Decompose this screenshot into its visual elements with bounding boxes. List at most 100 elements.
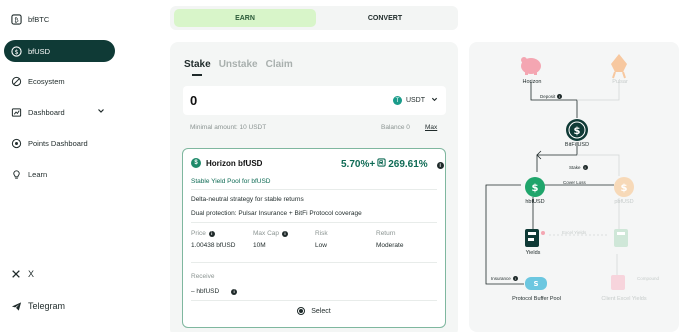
info-icon[interactable]: i	[582, 165, 588, 170]
sidebar-item-label: Dashboard	[28, 107, 65, 117]
risk-value: Low	[315, 242, 327, 249]
balance-text: Balance 0	[381, 124, 410, 131]
sidebar-item-label: Learn	[28, 169, 48, 179]
cover-loss-edge-label: Cover Loss	[563, 180, 586, 185]
bfusd-logo-icon: $	[191, 158, 201, 168]
price-label: Price i	[191, 230, 215, 237]
sidebar-item-points-dashboard[interactable]: Points Dashboard	[4, 132, 115, 154]
sidebar-item-label: bfUSD	[28, 46, 51, 56]
horizon-label: Horizon	[522, 79, 542, 85]
excel-yields-edge-label: Excel Yields	[562, 230, 587, 235]
bonus-icon	[377, 158, 386, 170]
hbfusd-node-icon: $	[525, 177, 545, 197]
learn-icon	[10, 168, 22, 180]
tab-stake[interactable]: Stake	[184, 59, 211, 70]
apy-base: 5.70%+	[341, 158, 376, 170]
select-button[interactable]: Select	[183, 307, 445, 315]
globe-icon	[10, 75, 22, 87]
info-icon[interactable]: i	[434, 159, 444, 170]
sidebar: ₿ bfBTC $ bfUSD Ecosystem Dashboard Poin…	[0, 0, 122, 332]
sidebar-item-telegram[interactable]: Telegram	[4, 295, 115, 317]
divider	[191, 262, 437, 263]
divider	[191, 300, 437, 301]
protocol-buffer-node-icon: S	[525, 277, 547, 290]
svg-text:$: $	[532, 183, 539, 194]
radio-icon	[297, 307, 306, 315]
deposit-text: Deposit	[540, 94, 556, 99]
client-excel-yields-label: Client Excel Yields	[601, 296, 647, 302]
sidebar-item-label: bfBTC	[28, 14, 50, 24]
minimal-amount-text: Minimal amount: 10 USDT	[190, 124, 267, 131]
usdt-icon: T	[392, 96, 402, 105]
stake-edge-label: Stake i	[569, 165, 588, 170]
excel-yields-node-icon	[614, 229, 628, 247]
flow-diagram-lines: $ $ $ S	[485, 54, 634, 290]
token-label: USDT	[405, 97, 425, 104]
sidebar-item-bfbtc[interactable]: ₿ bfBTC	[4, 8, 115, 30]
pool-description-2: Dual protection: Pulsar Insurance + BitF…	[191, 210, 362, 217]
app-root: ₿ bfBTC $ bfUSD Ecosystem Dashboard Poin…	[0, 0, 679, 332]
divider	[191, 189, 437, 190]
sidebar-item-label: Points Dashboard	[28, 138, 88, 148]
amount-input[interactable]: 0	[190, 93, 197, 108]
pool-title: $ Horizon bfUSD	[191, 158, 262, 168]
info-icon[interactable]: i	[557, 94, 563, 99]
tab-convert[interactable]: CONVERT	[314, 9, 456, 27]
points-icon	[10, 137, 22, 149]
receive-label: Receive	[191, 273, 215, 280]
receive-value-text: – hbfUSD	[191, 288, 220, 295]
pool-name: Horizon bfUSD	[206, 158, 263, 168]
horizon-node-icon	[521, 57, 541, 75]
return-label: Return	[376, 230, 396, 237]
dollar-icon: $	[10, 45, 22, 57]
insurance-edge-label: Insurance i	[491, 276, 518, 281]
info-icon[interactable]: i	[512, 276, 518, 281]
risk-label-text: Risk	[315, 230, 328, 237]
active-tab-indicator	[192, 74, 202, 76]
info-icon[interactable]: i	[231, 288, 238, 295]
token-selector[interactable]: T USDT	[392, 96, 438, 105]
bitcoin-icon: ₿	[10, 13, 22, 25]
amount-input-box[interactable]: 0 T USDT	[183, 86, 446, 115]
sidebar-item-label: Telegram	[28, 301, 66, 311]
pbfusd-node-icon: $	[614, 177, 634, 197]
hbfusd-label: hbfUSD	[525, 199, 545, 205]
svg-text:S: S	[533, 280, 538, 288]
max-cap-label: Max Cap i	[253, 230, 289, 237]
chevron-down-icon	[97, 107, 105, 117]
sidebar-item-dashboard[interactable]: Dashboard	[4, 101, 115, 123]
pbfusd-label: pbfUSD	[614, 199, 634, 205]
bitfi-usd-label: BitFi USD	[564, 142, 590, 148]
receive-value: – hbfUSD i	[191, 288, 238, 295]
select-label: Select	[311, 307, 331, 315]
price-value: 1.00438 bfUSD	[191, 242, 236, 249]
insurance-text: Insurance	[491, 276, 511, 281]
dashboard-icon	[10, 106, 22, 118]
mode-tabbar: EARN CONVERT	[170, 6, 458, 30]
max-cap-value: 10M	[253, 242, 266, 249]
pulsar-node-icon	[611, 54, 627, 79]
client-excel-yields-node-icon	[611, 275, 625, 290]
svg-text:$: $	[574, 126, 581, 137]
pool-subtitle: Stable Yield Pool for bfUSD	[191, 178, 271, 185]
info-icon[interactable]: i	[208, 230, 215, 237]
compound-edge-label: Compound	[637, 276, 660, 281]
pool-card[interactable]: $ Horizon bfUSD 5.70%+ 269.61% i Stable …	[182, 148, 446, 328]
sidebar-item-learn[interactable]: Learn	[4, 163, 115, 185]
tab-earn[interactable]: EARN	[174, 9, 316, 27]
sidebar-item-bfusd[interactable]: $ bfUSD	[4, 40, 115, 62]
flow-diagram: $ $ $ S Horizon Pulsar Deposit i BitFi U…	[469, 42, 679, 332]
info-icon[interactable]: i	[282, 230, 289, 237]
pulsar-label: Pulsar	[612, 79, 628, 85]
pool-description-1: Delta-neutral strategy for stable return…	[191, 196, 304, 203]
sidebar-item-ecosystem[interactable]: Ecosystem	[4, 70, 115, 92]
sidebar-item-label: Ecosystem	[28, 76, 65, 86]
tab-unstake[interactable]: Unstake	[219, 59, 258, 70]
risk-label: Risk	[315, 230, 328, 237]
stake-text: Stake	[569, 165, 581, 170]
x-icon	[10, 268, 22, 280]
sidebar-item-x[interactable]: X	[4, 263, 115, 285]
max-button[interactable]: Max	[425, 124, 437, 131]
telegram-icon	[10, 300, 22, 312]
tab-claim[interactable]: Claim	[266, 59, 293, 70]
